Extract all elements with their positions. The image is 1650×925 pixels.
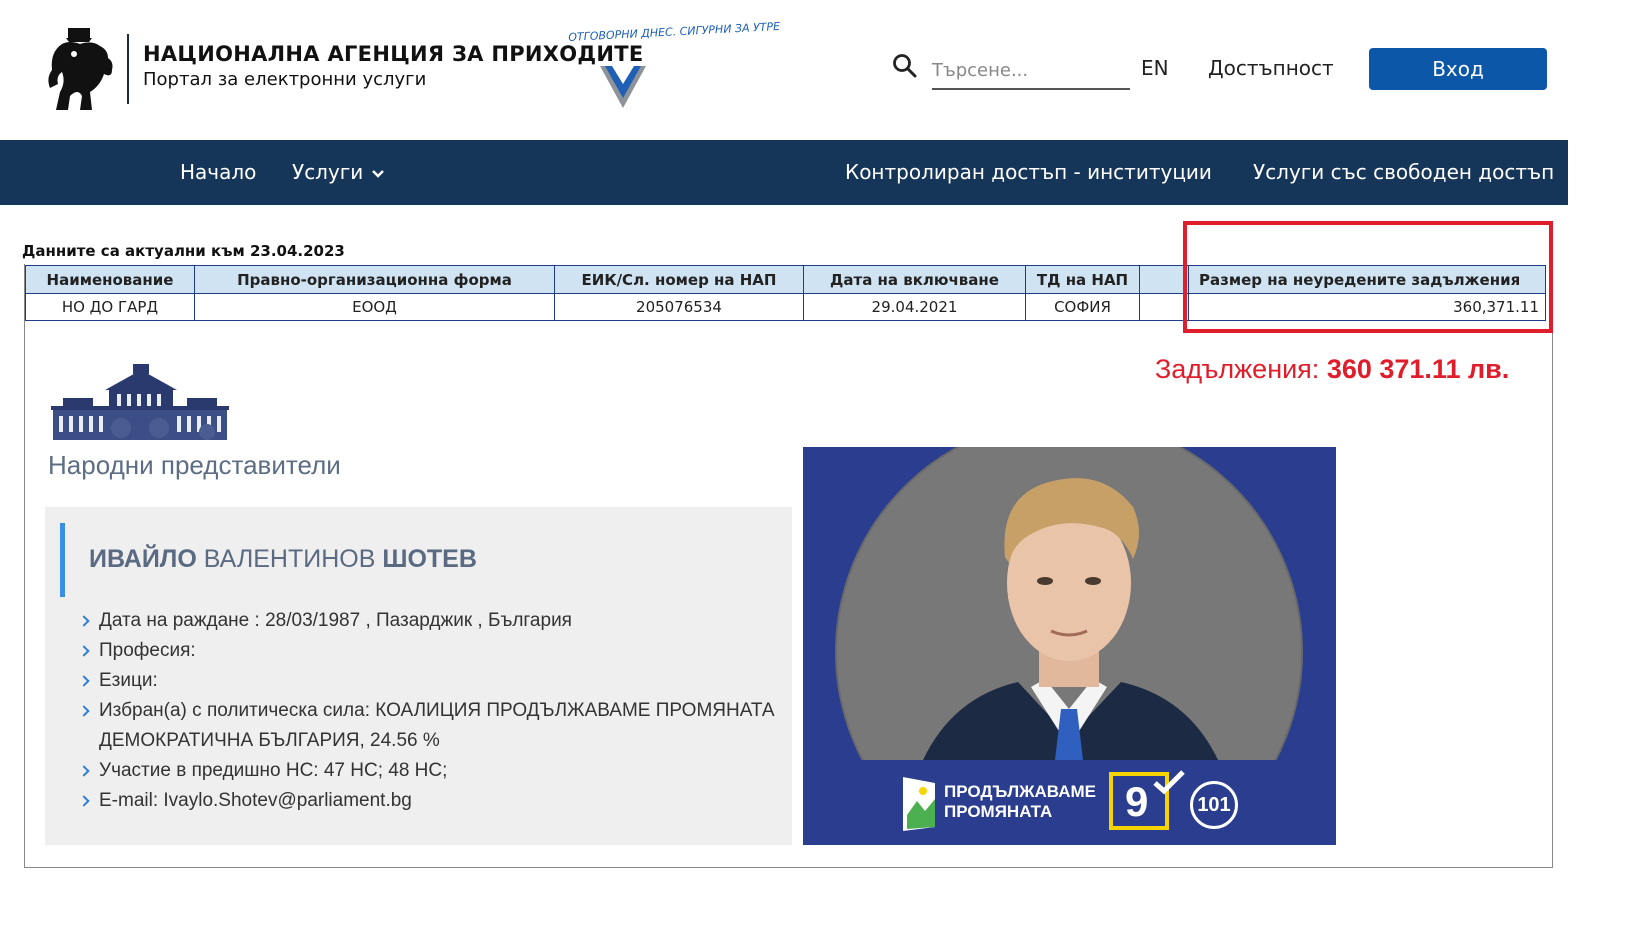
- debt-highlight-box: [1183, 221, 1553, 333]
- login-button[interactable]: Вход: [1369, 48, 1547, 90]
- chevron-down-icon: [372, 169, 385, 178]
- party-name-line1: ПРОДЪЛЖАВАМЕ: [944, 782, 1097, 801]
- mp-middle-name: ВАЛЕНТИНОВ: [203, 545, 376, 573]
- mp-first-name: ИВАЙЛО: [89, 545, 197, 573]
- cell-legal-form: ЕООД: [194, 293, 555, 321]
- mp-facts-list: Дата на раждане : 28/03/1987 , Пазарджик…: [80, 606, 780, 816]
- nav-free-access-label: Услуги със свободен достъп: [1253, 160, 1555, 184]
- nav-controlled-access[interactable]: Контролиран достъп - институции: [845, 160, 1212, 184]
- site-header: НАЦИОНАЛНА АГЕНЦИЯ ЗА ПРИХОДИТЕ Портал з…: [0, 0, 1650, 140]
- main-nav: Начало Услуги Контролиран достъп - инсти…: [0, 140, 1568, 205]
- mp-name: ИВАЙЛО ВАЛЕНТИНОВ ШОТЕВ: [89, 545, 477, 574]
- list-item: Езици:: [80, 666, 780, 696]
- language-switch-en[interactable]: EN: [1141, 56, 1169, 80]
- accessibility-link[interactable]: Достъпност: [1208, 56, 1334, 80]
- nav-free-access[interactable]: Услуги със свободен достъп: [1253, 160, 1554, 184]
- nav-home-label: Начало: [180, 160, 257, 184]
- list-item: Участие в предишно НС: 47 НС; 48 НС;: [80, 756, 780, 786]
- candidate-number: 101: [1190, 781, 1238, 829]
- col-td-header: ТД на НАП: [1025, 265, 1140, 294]
- cell-td: СОФИЯ: [1025, 293, 1140, 321]
- ballot-number: 9: [1125, 778, 1149, 825]
- col-eik-header: ЕИК/Сл. номер на НАП: [554, 265, 804, 294]
- col-legal-form-header: Правно-организационна форма: [194, 265, 555, 294]
- nav-services-dropdown[interactable]: Услуги: [292, 160, 385, 184]
- nav-controlled-access-label: Контролиран достъп - институции: [845, 160, 1212, 184]
- col-empty-header: [1139, 265, 1189, 294]
- list-item: E-mail: Ivaylo.Shotev@parliament.bg: [80, 786, 780, 816]
- nav-home[interactable]: Начало: [180, 160, 256, 184]
- nav-services-label: Услуги: [292, 160, 364, 184]
- cell-date: 29.04.2021: [803, 293, 1026, 321]
- data-updated-note: Данните са актуални към 23.04.2023: [22, 242, 345, 260]
- list-item: Дата на раждане : 28/03/1987 , Пазарджик…: [80, 606, 780, 636]
- agency-subtitle: Портал за електронни услуги: [143, 69, 427, 90]
- list-item: Избран(а) с политическа сила: КОАЛИЦИЯ П…: [80, 696, 780, 756]
- logo-divider: [127, 34, 129, 104]
- list-item: Професия:: [80, 636, 780, 666]
- cell-name: НО ДО ГАРД: [25, 293, 195, 321]
- mp-card-accent: [60, 523, 65, 597]
- search-input[interactable]: [932, 52, 1130, 90]
- search-icon[interactable]: [892, 53, 918, 79]
- checkmark-icon: [1153, 770, 1185, 795]
- party-name: ПРОДЪЛЖАВАМЕ ПРОМЯНАТА: [944, 782, 1096, 822]
- cell-empty: [1139, 293, 1189, 321]
- campaign-poster: ПРОДЪЛЖАВАМЕ ПРОМЯНАТА 9 101: [803, 447, 1336, 845]
- mp-last-name: ШОТЕВ: [382, 545, 477, 573]
- party-name-line2: ПРОМЯНАТА: [944, 802, 1053, 821]
- col-date-header: Дата на включване: [803, 265, 1026, 294]
- lion-coat-of-arms-icon[interactable]: [42, 26, 117, 114]
- cell-eik: 205076534: [554, 293, 804, 321]
- party-flag-icon: [903, 777, 935, 831]
- debt-annotation-amount: 360 371.11 лв.: [1326, 354, 1510, 384]
- parliament-building-icon: [51, 364, 229, 440]
- debt-annotation-label: Задължения:: [1155, 354, 1320, 384]
- debt-annotation: Задължения: 360 371.11 лв.: [1155, 354, 1509, 385]
- col-name-header: Наименование: [25, 265, 195, 294]
- section-title: Народни представители: [48, 450, 341, 480]
